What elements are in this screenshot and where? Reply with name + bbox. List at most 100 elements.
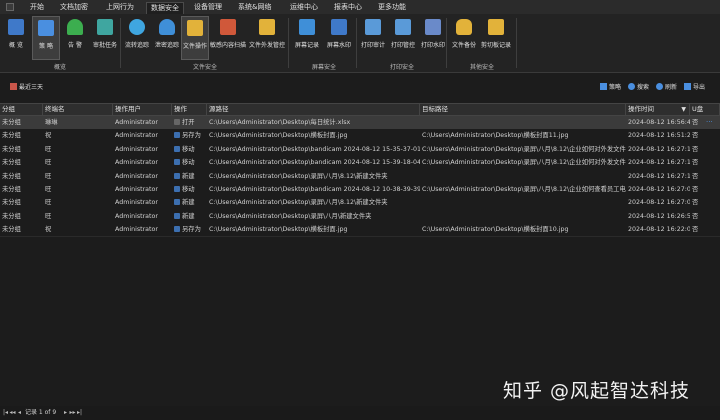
operation-type-icon — [174, 186, 180, 192]
refresh-button[interactable]: 刷新 — [656, 83, 677, 93]
cell-terminal: 祝 — [45, 226, 52, 234]
file-operation-button[interactable]: 文件操作 — [181, 16, 209, 60]
cell-usb: 否 — [692, 145, 699, 153]
operation-label: 另存为 — [182, 132, 201, 140]
cell-src: C:\Users\Administrator\Desktop\横板封面.jpg — [209, 132, 348, 140]
column-terminal[interactable]: 终端名 — [43, 104, 113, 115]
menu-system-network[interactable]: 系统&网络 — [238, 2, 271, 13]
column-usb[interactable]: U盘 — [690, 104, 720, 115]
menu-data-security[interactable]: 数据安全 — [146, 2, 184, 14]
table-row[interactable]: 未分组 琳琳 Administrator 打开 C:\Users\Administrat… — [0, 116, 720, 129]
cell-usb: 否 — [692, 186, 699, 193]
cell-user: Administrator — [115, 119, 158, 126]
group-label-screen-security: 屏幕安全 — [311, 64, 336, 71]
search-button[interactable]: 搜索 — [628, 83, 649, 93]
table-row[interactable]: 未分组 旺 Administrator 新建 C:\Users\Administrato… — [0, 196, 720, 209]
approval-task-button[interactable]: 审批任务 — [90, 16, 120, 60]
cell-group: 未分组 — [2, 159, 21, 167]
strategy-toolbar-button[interactable]: 策略 — [600, 83, 621, 93]
document-icon — [425, 19, 441, 35]
cell-time: 2024-08-12 16:27:14 — [628, 145, 690, 153]
next-page-button[interactable]: ▸▸ — [69, 409, 76, 417]
table-row[interactable]: 未分组 旺 Administrator 新建 C:\Users\Administrato… — [0, 170, 720, 183]
cell-op: 移动 — [172, 183, 207, 196]
menu-report-center[interactable]: 报表中心 — [334, 2, 362, 13]
operation-label: 移动 — [182, 159, 195, 167]
group-separator — [446, 18, 447, 68]
next-record-button[interactable]: ▸ — [62, 409, 69, 417]
column-source-path[interactable]: 源路径 — [207, 104, 420, 115]
approval-icon — [97, 19, 113, 35]
column-target-path[interactable]: 目标路径 — [420, 104, 626, 115]
clipboard-record-button[interactable]: 剪切板记录 — [478, 16, 514, 60]
table-row[interactable]: 未分组 祝 Administrator 另存为 C:\Users\Administrat… — [0, 223, 720, 236]
table-row[interactable]: 未分组 旺 Administrator 移动 C:\Users\Administrato… — [0, 143, 720, 156]
table-row[interactable]: 未分组 旺 Administrator 移动 C:\Users\Administrato… — [0, 183, 720, 196]
scan-icon — [220, 19, 236, 35]
clipboard-icon — [488, 19, 504, 35]
table-row[interactable]: 未分组 旺 Administrator 移动 C:\Users\Administrato… — [0, 156, 720, 169]
print-watermark-button[interactable]: 打印水印 — [418, 16, 448, 60]
operation-label: 移动 — [182, 145, 195, 153]
menu-more-features[interactable]: 更多功能 — [378, 2, 406, 13]
operation-type-icon — [174, 145, 180, 152]
alert-button[interactable]: 告 警 — [62, 16, 88, 60]
cell-op: 另存为 — [172, 223, 207, 236]
first-record-button[interactable]: |◂ — [2, 409, 9, 417]
cell-usb: 否 — [692, 172, 699, 180]
group-separator — [288, 18, 289, 68]
watermark-icon — [331, 19, 347, 35]
last-record-button[interactable]: ▸| — [76, 409, 83, 417]
leak-tracking-button[interactable]: 泄密追踪 — [152, 16, 182, 60]
strategy-button[interactable]: 策 略 — [32, 16, 60, 60]
column-time[interactable]: 操作时间 ▼ — [626, 104, 690, 115]
prev-page-button[interactable]: ◂◂ — [9, 409, 16, 417]
print-audit-button[interactable]: 打印审计 — [358, 16, 388, 60]
sensitive-scan-button[interactable]: 敏感内容扫描 — [209, 16, 247, 60]
screen-watermark-button[interactable]: 屏幕水印 — [324, 16, 354, 60]
app-menu-icon[interactable] — [6, 3, 14, 11]
menu-ops-center[interactable]: 运维中心 — [290, 2, 318, 13]
export-icon — [684, 83, 691, 90]
menu-start[interactable]: 开始 — [30, 2, 44, 13]
cell-op: 新建 — [172, 210, 207, 223]
operation-label: 另存为 — [182, 226, 201, 234]
cell-time: 2024-08-12 16:27:01 — [628, 199, 690, 207]
column-operation[interactable]: 操作 — [172, 104, 207, 115]
menu-web-behavior[interactable]: 上网行为 — [106, 2, 134, 13]
print-control-button[interactable]: 打印管控 — [388, 16, 418, 60]
column-group[interactable]: 分组 — [0, 104, 43, 115]
cell-user: Administrator — [115, 186, 158, 193]
table-row[interactable]: 未分组 旺 Administrator 新建 C:\Users\Administrato… — [0, 210, 720, 223]
column-user[interactable]: 操作用户 — [113, 104, 172, 115]
screen-record-button[interactable]: 屏幕记录 — [292, 16, 322, 60]
cell-terminal: 旺 — [45, 199, 52, 207]
operation-label: 移动 — [182, 186, 195, 193]
menu-doc-encrypt[interactable]: 文档加密 — [60, 2, 88, 13]
cell-usb: 否 — [692, 199, 699, 207]
flow-tracking-button[interactable]: 流转追踪 — [122, 16, 152, 60]
horizontal-divider — [0, 236, 720, 237]
row-more-icon[interactable]: ··· — [706, 116, 713, 129]
group-separator — [120, 18, 121, 68]
time-range-button[interactable]: 最近三天 — [10, 83, 43, 93]
prev-record-button[interactable]: ◂ — [16, 409, 23, 417]
cell-usb: 否 — [692, 132, 699, 140]
sliders-icon — [600, 83, 607, 90]
file-backup-button[interactable]: 文件备份 — [450, 16, 478, 60]
cell-src: C:\Users\Administrator\Desktop\录屏\八月\8.1… — [209, 199, 388, 207]
cell-time: 2024-08-12 16:22:02 — [628, 226, 690, 234]
overview-button[interactable]: 概 览 — [4, 16, 28, 60]
file-send-control-button[interactable]: 文件外发管控 — [248, 16, 286, 60]
menu-device-management[interactable]: 设备管理 — [194, 2, 222, 13]
cell-usb: 否 — [692, 119, 699, 126]
grid-icon — [8, 19, 24, 35]
table-header: 分组 终端名 操作用户 操作 源路径 目标路径 操作时间 ▼ U盘 — [0, 103, 720, 116]
cell-op: 打开 — [172, 116, 207, 129]
cell-group: 未分组 — [2, 186, 21, 193]
export-button[interactable]: 导出 — [684, 83, 705, 93]
operation-label: 打开 — [182, 119, 195, 126]
cell-dst: C:\Users\Administrator\Desktop\录屏\八月\8.1… — [422, 186, 626, 193]
cell-src: C:\Users\Administrator\Desktop\每日统计.xlsx — [209, 119, 351, 126]
table-row[interactable]: 未分组 祝 Administrator 另存为 C:\Users\Administrat… — [0, 129, 720, 142]
